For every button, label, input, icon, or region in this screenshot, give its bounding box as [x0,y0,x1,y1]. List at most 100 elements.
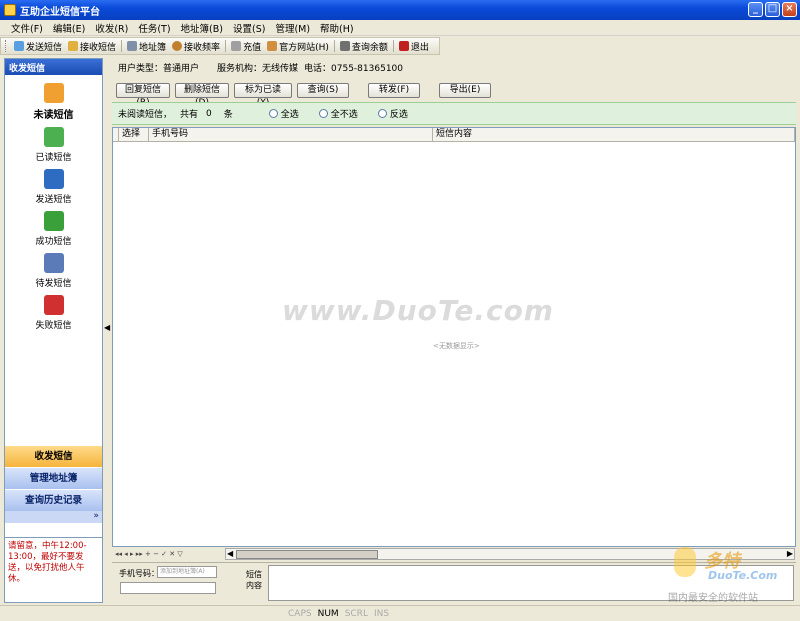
receive-sms-button[interactable]: 接收短信 [65,40,119,53]
check-balance-button[interactable]: 查询余额 [337,40,391,53]
logo-tagline: 国内最安全的软件站 [668,593,758,604]
sidebar-item-read[interactable]: 已读短信 [5,127,102,163]
menu-task[interactable]: 任务(T) [133,21,175,35]
nav-manage-address-book[interactable]: 管理地址簿 [5,467,102,489]
sidebar-item-sent[interactable]: 发送短信 [5,169,102,205]
address-book-label: 地址簿 [139,42,167,53]
column-header-select[interactable]: 选择 [119,128,149,141]
sidebar-nav: 收发短信 管理地址簿 查询历史记录 » [5,445,102,523]
window-title: 互助企业短信平台 [20,6,100,18]
toolbar-separator [333,40,335,52]
home-icon [267,41,278,51]
sidebar-item-label: 待发短信 [35,279,72,289]
radio-label: 全不选 [330,110,358,120]
close-button[interactable]: × [782,2,797,17]
menu-file[interactable]: 文件(F) [6,21,48,35]
service-org: 服务机构：无线传媒 [217,64,299,74]
menu-address-book[interactable]: 地址簿(B) [176,21,228,35]
check-balance-label: 查询余额 [351,42,388,53]
sidebar-item-success[interactable]: 成功短信 [5,211,102,247]
service-phone: 电话：0755-81365100 [304,64,403,74]
success-sms-icon [43,211,64,231]
reply-sms-button[interactable]: 回复短信(R) [116,82,170,108]
watermark: www.DuoTe.com [282,294,554,327]
recharge-button[interactable]: 充值 [228,40,264,53]
nav-send-receive[interactable]: 收发短信 [5,445,102,467]
empty-table-message: <无数据显示> [433,342,480,350]
exit-button[interactable]: 退出 [396,40,432,53]
menu-settings[interactable]: 设置(S) [228,21,270,35]
receive-frequency-button[interactable]: 接收频率 [169,40,223,53]
send-sms-icon [43,169,64,189]
menu-edit[interactable]: 编辑(E) [48,21,90,35]
sidebar-note: 请留意，中午12:00-13:00，最好不要发送，以免打扰他人午休。 [5,537,102,602]
maximize-button[interactable]: □ [765,2,780,17]
sidebar-item-label: 发送短信 [35,195,72,205]
sidebar: 收发短信 未读短信 已读短信 发送短信 成功短信 待发短信 失败短信 收发短信 … [4,58,103,603]
send-sms-button[interactable]: 发送短信 [11,40,65,53]
insert-indicator: INS [373,608,390,619]
sidebar-header: 收发短信 [5,59,102,75]
menu-send-receive[interactable]: 收发(R) [90,21,133,35]
menu-bar: 文件(F) 编辑(E) 收发(R) 任务(T) 地址簿(B) 设置(S) 管理(… [0,20,800,36]
sidebar-item-label: 成功短信 [35,237,72,247]
sms-table[interactable]: 选择 手机号码 短信内容 <无数据显示> [112,127,796,547]
mascot-icon [674,547,696,577]
window-controls: _ □ × [748,2,797,17]
calculator-icon [339,41,350,51]
address-book-icon [127,41,138,51]
filter-count: 0 [206,108,212,119]
delete-sms-button[interactable]: 删除短信(D) [175,82,229,108]
collapse-arrow-icon[interactable]: ◀ [104,323,110,332]
sidebar-item-label: 未读短信 [33,110,74,121]
toolbar-grip[interactable] [5,40,8,52]
add-to-address-book-button[interactable]: 添加到地址簿(A) [157,566,217,578]
toolbar-separator [392,40,394,52]
send-sms-label: 发送短信 [26,42,63,53]
panel-splitter[interactable]: ◀ [103,58,111,603]
user-info-bar: 用户类型：普通用户 服务机构：无线传媒 电话：0755-81365100 [112,58,796,77]
menu-help[interactable]: 帮助(H) [315,21,359,35]
sidebar-item-unread[interactable]: 未读短信 [5,83,102,121]
user-type: 用户类型：普通用户 [118,64,200,74]
radio-label: 反选 [389,110,408,120]
sidebar-item-pending[interactable]: 待发短信 [5,253,102,289]
send-sms-icon [14,41,24,51]
num-indicator: NUM [317,608,339,619]
phone-number-input[interactable] [120,582,216,594]
record-navigator[interactable]: ◂◂ ◂ ▸ ▸▸ + − ✓ ✕ ▽ [112,550,208,558]
scroll-left-icon[interactable]: ◀ [227,549,233,558]
nav-more-button[interactable]: » [5,511,102,523]
query-button[interactable]: 查询(S) [297,82,349,98]
minimize-button[interactable]: _ [748,2,763,17]
app-icon [4,4,16,16]
invert-selection-radio[interactable]: 反选 [377,107,408,120]
failed-sms-icon [43,295,64,315]
forward-button[interactable]: 转发(F) [368,82,420,98]
scrollbar-thumb[interactable] [236,550,378,559]
official-site-button[interactable]: 官方网站(H) [264,40,332,53]
menu-manage[interactable]: 管理(M) [270,21,315,35]
mark-read-button[interactable]: 标为已读(Y) [234,82,292,108]
column-header-phone[interactable]: 手机号码 [149,128,433,141]
select-none-radio[interactable]: 全不选 [318,107,358,120]
radio-circle [377,109,387,118]
sidebar-item-failed[interactable]: 失败短信 [5,295,102,331]
address-book-button[interactable]: 地址簿 [124,40,169,53]
toolbar-separator [121,40,123,52]
sms-content-label: 短信内容 [246,570,262,590]
receive-frequency-label: 接收频率 [184,42,221,53]
receive-sms-label: 接收短信 [80,42,117,53]
filter-total-label: 共有 [180,110,199,120]
recharge-label: 充值 [243,42,262,53]
export-button[interactable]: 导出(E) [439,82,491,98]
gear-icon [172,41,183,51]
nav-query-history[interactable]: 查询历史记录 [5,489,102,511]
filter-label: 未阅读短信， [118,110,173,120]
filter-bar: 未阅读短信， 共有 0 条 全选 全不选 反选 [112,102,796,125]
select-all-radio[interactable]: 全选 [268,107,299,120]
receive-sms-icon [68,41,79,51]
column-header-content[interactable]: 短信内容 [433,128,795,141]
duote-logo: 多特 DuoTe.Com 国内最安全的软件站 [668,545,798,604]
radio-circle [318,109,328,118]
